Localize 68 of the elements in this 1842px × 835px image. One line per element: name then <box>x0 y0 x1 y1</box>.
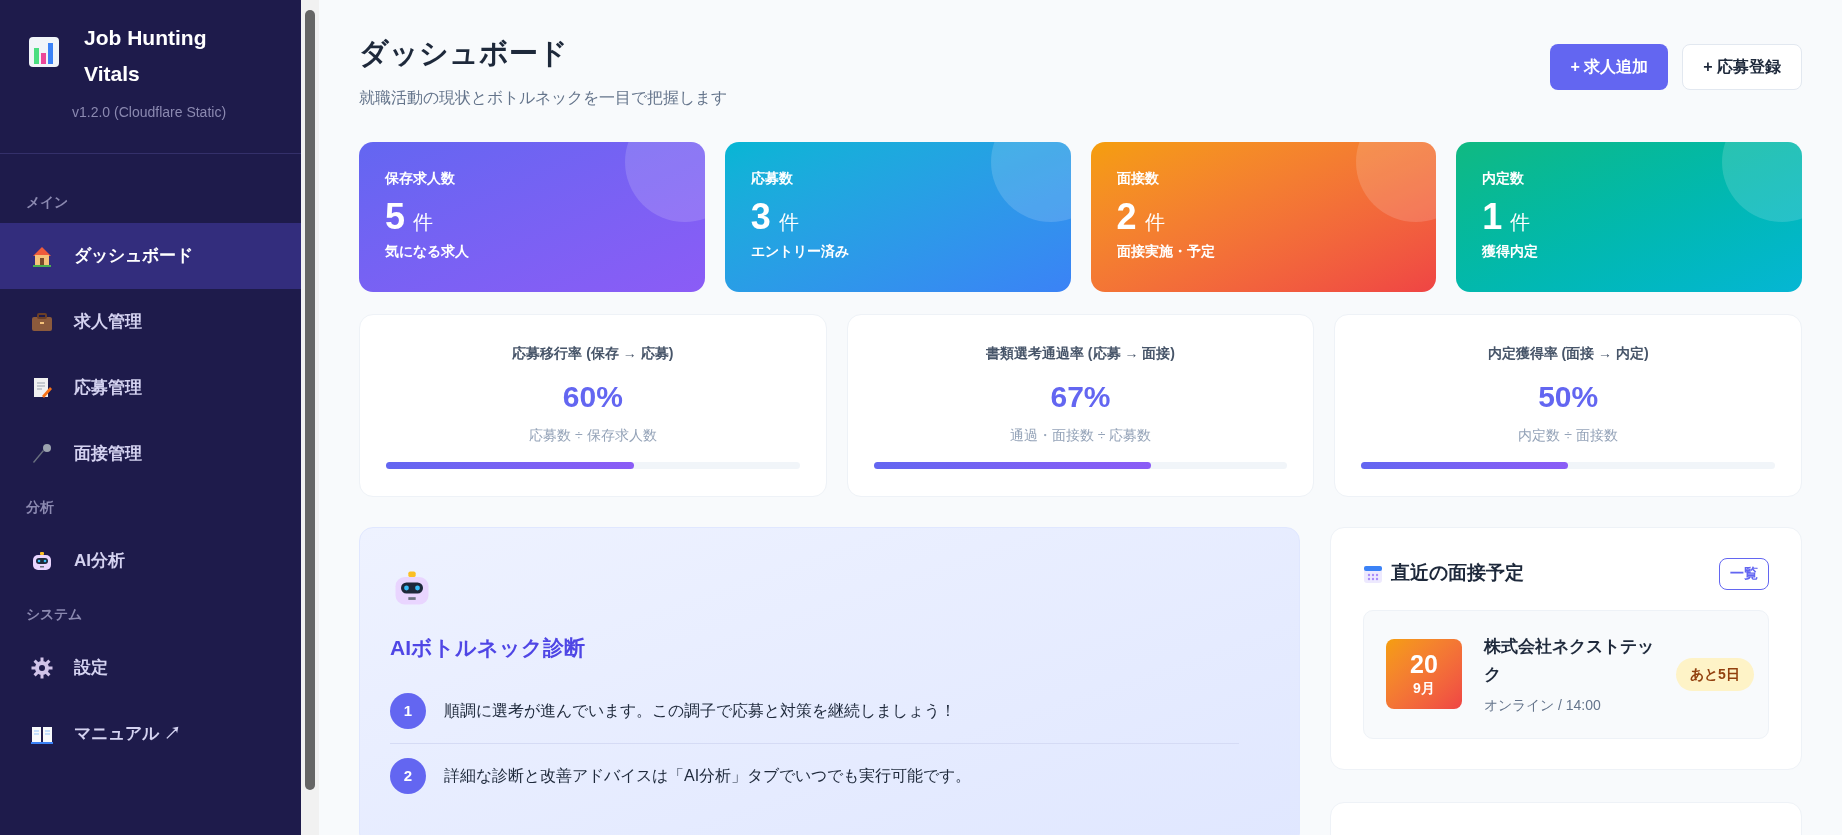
stat-label: 面接数 <box>1116 168 1160 188</box>
add-job-button[interactable]: + 求人追加 <box>1550 44 1669 90</box>
nav-label: 設定 <box>74 657 108 680</box>
date-day: 20 <box>1410 649 1438 678</box>
nav-item[interactable]: 応募管理 <box>0 355 301 421</box>
stat-value: 1 <box>1482 196 1503 237</box>
section-label: メイン <box>25 193 69 212</box>
nav-item[interactable]: マニュアル ↗ <box>0 701 301 767</box>
stat-note: エントリー済み <box>750 241 850 261</box>
briefcase-icon <box>30 310 54 334</box>
interview-detail: オンライン / 14:00 <box>1484 695 1602 715</box>
rate-formula: 応募数 ÷ 保存求人数 <box>529 425 657 445</box>
diagnosis-text: 詳細な診断と改善アドバイスは「AI分析」タブでいつでも実行可能です。 <box>444 766 972 786</box>
rate-title: 書類選考通過率 (応募 → 面接) <box>986 343 1175 363</box>
stat-unit: 件 <box>778 209 799 235</box>
stat-label: 応募数 <box>750 168 794 188</box>
settings-icon <box>30 656 54 680</box>
stat-label: 内定数 <box>1482 168 1526 188</box>
view-all-button[interactable]: 一覧 <box>1719 557 1769 590</box>
card-title: 直近の面接予定 <box>1391 561 1524 586</box>
nav-label: 面接管理 <box>74 443 142 466</box>
interview-item[interactable]: 20 9月 株式会社ネクストテック オンライン / 14:00 あと5日 <box>1363 609 1769 739</box>
nav-label: AI分析 <box>74 550 125 573</box>
rate-formula: 内定数 ÷ 面接数 <box>1518 425 1618 445</box>
bar-chart-icon <box>28 36 60 68</box>
stat-unit: 件 <box>1510 209 1531 235</box>
section-label: システム <box>25 605 83 624</box>
nav-label: 応募管理 <box>74 377 142 400</box>
page-subtitle: 就職活動の現状とボトルネックを一目で把握します <box>359 87 727 108</box>
number-badge: 2 <box>390 758 426 794</box>
robot-icon <box>30 549 54 573</box>
stat-note: 気になる求人 <box>385 241 470 261</box>
nav-label: ダッシュボード <box>74 245 193 268</box>
panel-title: AIボトルネック診断 <box>390 634 586 661</box>
diagnosis-text: 順調に選考が進んでいます。この調子で応募と対策を継続しましょう！ <box>444 701 956 721</box>
calendar-icon <box>1363 563 1383 584</box>
page-title: ダッシュボード <box>359 36 569 71</box>
days-left-badge: あと5日 <box>1676 657 1754 691</box>
rate-title: 応募移行率 (保存 → 応募) <box>512 343 674 363</box>
company-name: 株式会社ネクストテック <box>1484 635 1654 686</box>
house-icon <box>30 244 54 268</box>
rate-formula: 通過・面接数 ÷ 応募数 <box>1009 425 1152 445</box>
date-month: 9月 <box>1413 678 1435 698</box>
stat-label: 保存求人数 <box>385 168 456 188</box>
version-text: v1.2.0 (Cloudflare Static) <box>72 103 228 122</box>
nav-label: 求人管理 <box>74 311 142 334</box>
nav-item[interactable]: 面接管理 <box>0 421 301 487</box>
rate-value: 67% <box>1050 378 1111 415</box>
stat-unit: 件 <box>1144 209 1165 235</box>
nav-label: マニュアル ↗ <box>74 723 181 746</box>
rate-title: 内定獲得率 (面接 → 内定) <box>1487 343 1649 363</box>
stat-value: 2 <box>1116 196 1137 237</box>
nav-item[interactable]: 求人管理 <box>0 289 301 355</box>
stat-value: 5 <box>385 196 406 237</box>
nav-item[interactable]: ダッシュボード <box>0 223 301 289</box>
number-badge: 1 <box>390 693 426 729</box>
app-name: Job Hunting Vitals <box>84 25 208 87</box>
nav-item[interactable]: AI分析 <box>0 528 301 594</box>
nav-item[interactable]: 設定 <box>0 635 301 701</box>
stat-note: 獲得内定 <box>1482 241 1540 261</box>
rate-value: 60% <box>562 378 623 415</box>
stat-value: 3 <box>750 196 771 237</box>
stat-note: 面接実施・予定 <box>1116 241 1216 261</box>
section-label: 分析 <box>25 498 55 517</box>
rate-value: 50% <box>1538 378 1599 415</box>
stat-unit: 件 <box>413 209 434 235</box>
scrollbar-thumb[interactable] <box>305 10 315 790</box>
register-application-button[interactable]: + 応募登録 <box>1682 44 1802 90</box>
